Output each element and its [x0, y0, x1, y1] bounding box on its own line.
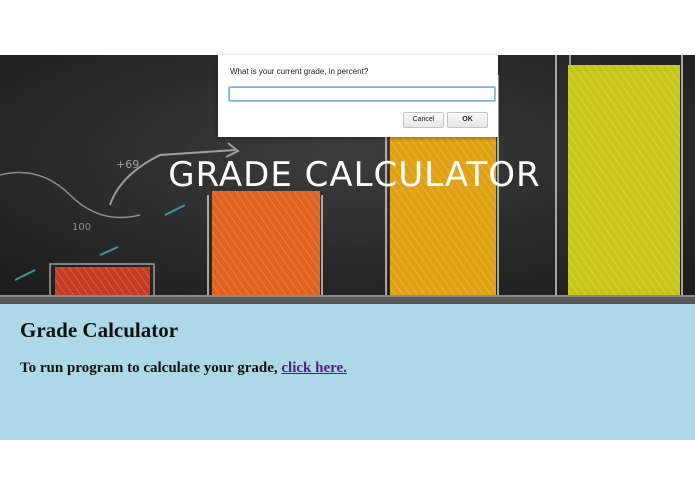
grade-input[interactable] — [228, 86, 496, 102]
dialog-message: What is your current grade, in percent? — [230, 67, 369, 76]
banner-title: GRADE CALCULATOR — [168, 155, 541, 195]
content-section: Grade Calculator To run program to calcu… — [0, 304, 695, 440]
ok-button[interactable]: OK — [447, 112, 488, 128]
prompt-dialog: What is your current grade, in percent? … — [218, 55, 498, 137]
svg-text:100: 100 — [72, 222, 91, 233]
cancel-button[interactable]: Cancel — [403, 112, 444, 128]
instruction-text: To run program to calculate your grade, … — [20, 360, 347, 377]
page-title: Grade Calculator — [20, 318, 179, 342]
click-here-link[interactable]: click here. — [281, 360, 347, 376]
instruction-label: To run program to calculate your grade, — [20, 360, 278, 376]
